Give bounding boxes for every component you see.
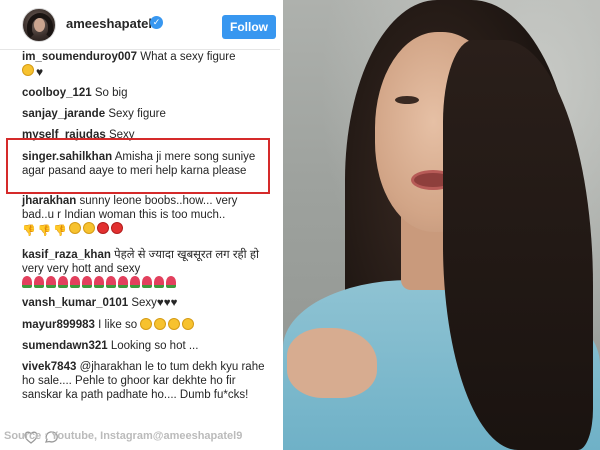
comment-username[interactable]: jharakhan — [22, 195, 76, 207]
comment-username[interactable]: coolboy_121 — [22, 87, 92, 99]
comment: im_soumenduroy007 What a sexy figure ♥ — [22, 50, 272, 79]
comment: mayur899983 I like so — [22, 318, 272, 332]
comment-username[interactable]: kasif_raza_khan — [22, 249, 111, 261]
comment: coolboy_121 So big — [22, 86, 272, 100]
username[interactable]: ameeshapatel9 — [66, 16, 159, 31]
tulip-icon — [46, 276, 56, 288]
tulip-icon — [142, 276, 152, 288]
comment-username[interactable]: vivek7843 — [22, 361, 76, 373]
angry-emoji-icon — [111, 222, 124, 234]
comment-emojis: ♥ — [22, 64, 272, 79]
heart-icon: ♥ — [36, 65, 44, 79]
source-caption: Source : Youtube, Instagram@ameeshapatel… — [4, 430, 243, 442]
angry-emoji-icon — [97, 222, 110, 234]
laughing-emoji-icon — [83, 222, 96, 234]
tulip-icon — [106, 276, 116, 288]
comment-text: So big — [94, 87, 128, 99]
comment: sumendawn321 Looking so hot ... — [22, 339, 272, 353]
comment: vivek7843 @jharakhan le to tum dekh kyu … — [22, 360, 272, 402]
comment-username[interactable]: im_soumenduroy007 — [22, 51, 137, 63]
tulip-icon — [130, 276, 140, 288]
comment-emojis: 👎 👎 👎 — [22, 222, 262, 237]
tulip-icon — [70, 276, 80, 288]
comment-username[interactable]: vansh_kumar_0101 — [22, 297, 128, 309]
comment: jharakhan sunny leone boobs..how... very… — [22, 194, 262, 237]
tulip-icon — [82, 276, 92, 288]
comment-text: Sexy♥♥♥ — [131, 297, 178, 309]
verified-badge-icon: ✓ — [150, 16, 163, 29]
comment-text: Sexy figure — [108, 108, 166, 120]
tulip-icon — [22, 276, 32, 288]
tulip-icon — [34, 276, 44, 288]
thumbs-down-icon: 👎 — [22, 225, 36, 237]
comment-emojis — [22, 276, 272, 290]
thumbs-down-icon: 👎 — [37, 225, 52, 237]
instagram-comments-panel: ameeshapatel9 ✓ Follow im_soumenduroy007… — [0, 0, 280, 450]
comment: kasif_raza_khan पेहले से ज्यादा खूबसूरत … — [22, 248, 272, 290]
tulip-icon — [154, 276, 164, 288]
laughing-emoji-icon — [22, 64, 34, 76]
laughing-emoji-icon — [154, 318, 167, 330]
post-header: ameeshapatel9 ✓ Follow — [0, 0, 280, 50]
tulip-icon — [94, 276, 104, 288]
post-photo — [283, 0, 600, 450]
comment-text: I like so — [98, 319, 138, 331]
comment-username[interactable]: mayur899983 — [22, 319, 95, 331]
comment-username[interactable]: sumendawn321 — [22, 340, 108, 352]
comment-text: What a sexy figure — [140, 51, 236, 63]
highlight-box — [6, 138, 270, 194]
comment-username[interactable]: sanjay_jarande — [22, 108, 105, 120]
laughing-emoji-icon — [69, 222, 82, 234]
follow-button[interactable]: Follow — [222, 15, 276, 39]
comment-list: im_soumenduroy007 What a sexy figure ♥ c… — [0, 50, 280, 450]
comment: sanjay_jarande Sexy figure — [22, 107, 272, 121]
laughing-emoji-icon — [182, 318, 195, 330]
tulip-icon — [166, 276, 176, 288]
laughing-emoji-icon — [140, 318, 153, 330]
laughing-emoji-icon — [168, 318, 181, 330]
avatar[interactable] — [22, 8, 56, 42]
tulip-icon — [118, 276, 128, 288]
tulip-icon — [58, 276, 68, 288]
comment-text: Looking so hot ... — [110, 340, 199, 352]
comment: vansh_kumar_0101 Sexy♥♥♥ — [22, 296, 272, 310]
thumbs-down-icon: 👎 — [53, 225, 68, 237]
